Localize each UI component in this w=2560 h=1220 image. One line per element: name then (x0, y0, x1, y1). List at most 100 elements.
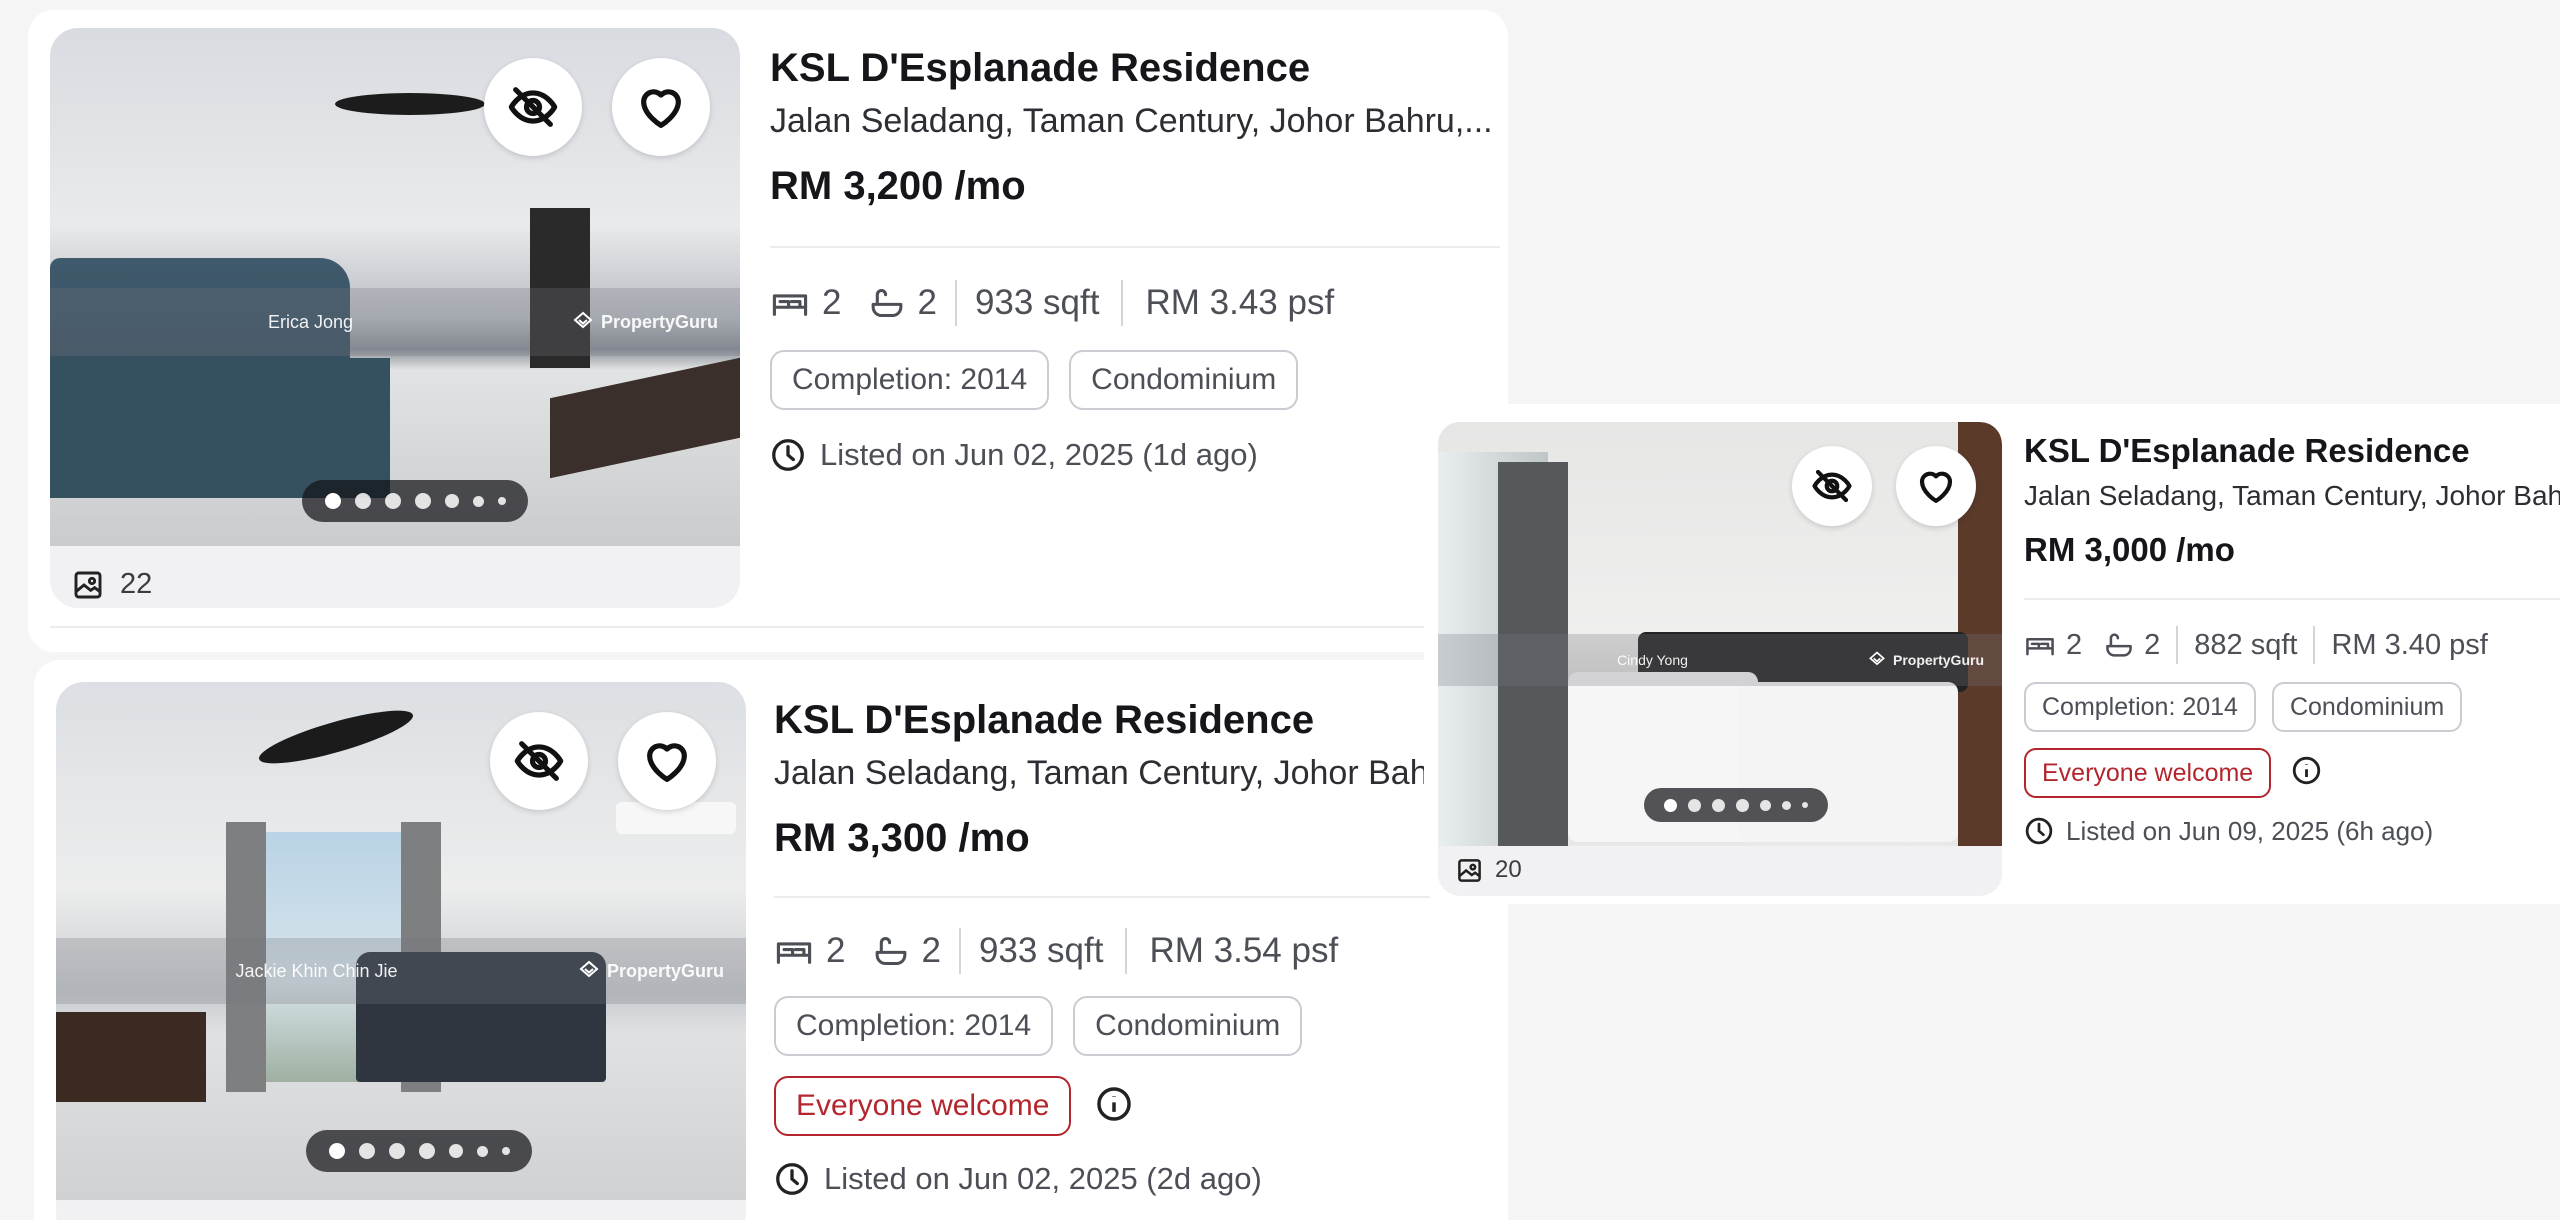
agent-name-watermark: Cindy Yong (1617, 652, 1688, 668)
listing-info: KSL D'Esplanade Residence Jalan Seladang… (770, 40, 1508, 480)
carousel-dot[interactable] (476, 1145, 488, 1157)
carousel-dot[interactable] (1688, 798, 1701, 812)
carousel-dot[interactable] (384, 493, 401, 509)
carousel-dot[interactable] (444, 494, 459, 508)
carousel-dot[interactable] (497, 497, 506, 505)
carousel-dot[interactable] (328, 1143, 345, 1159)
listing-card[interactable]: Cindy Yong PropertyGuru 20 KSL D'Esplana… (1424, 404, 2560, 904)
floor-area: 933 sqft (978, 931, 1104, 970)
tag-list: Completion: 2014 Condominium (2024, 682, 2560, 732)
listing-photo[interactable]: Jackie Khin Chin Jie PropertyGuru (56, 682, 746, 1200)
divider (2313, 626, 2316, 664)
carousel-dot[interactable] (448, 1144, 463, 1158)
beds-count: 2 (822, 283, 842, 322)
bed-icon (770, 286, 810, 320)
property-type-tag: Condominium (1073, 996, 1303, 1056)
gallery-icon (1456, 857, 1483, 884)
hide-icon (1811, 465, 1853, 507)
favorite-button[interactable] (1896, 446, 1976, 526)
hide-listing-button[interactable] (490, 712, 588, 810)
carousel-dot[interactable] (1760, 799, 1771, 811)
listing-title[interactable]: KSL D'Esplanade Residence (774, 692, 1454, 748)
price-per-sqft: RM 3.40 psf (2331, 628, 2488, 661)
photo-watermark: Erica Jong PropertyGuru (50, 288, 740, 356)
divider (954, 280, 957, 326)
heart-icon (641, 735, 693, 787)
listing-address: Jalan Seladang, Taman Century, Johor Bah… (770, 102, 1493, 140)
listing-card[interactable]: Erica Jong PropertyGuru 22 KSL D'Esplana… (28, 10, 1508, 652)
tag-list: Completion: 2014 Condominium (774, 996, 1454, 1056)
beds-count: 2 (2066, 628, 2083, 661)
listing-photo[interactable]: Erica Jong PropertyGuru (50, 28, 740, 546)
carousel-dot[interactable] (1712, 798, 1725, 812)
info-button[interactable] (1095, 1085, 1133, 1128)
property-type-tag: Condominium (1069, 350, 1299, 410)
tag-list: Completion: 2014 Condominium (770, 350, 1508, 410)
listing-address: Jalan Seladang, Taman Century, Johor Bah… (2024, 480, 2560, 511)
listing-price: RM 3,000 /mo (2024, 531, 2235, 568)
listing-card[interactable]: Jackie Khin Chin Jie PropertyGuru KSL D'… (34, 660, 1508, 1220)
completion-tag: Completion: 2014 (774, 996, 1054, 1056)
completion-tag: Completion: 2014 (770, 350, 1050, 410)
everyone-welcome-badge: Everyone welcome (2024, 748, 2272, 798)
carousel-dot[interactable] (414, 493, 431, 509)
info-icon (1095, 1085, 1133, 1123)
baths-count: 2 (2144, 628, 2161, 661)
carousel-dot[interactable] (1802, 802, 1808, 808)
listing-specs: 2 2 933 sqft RM 3.54 psf (774, 926, 1454, 976)
everyone-welcome-badge: Everyone welcome (774, 1076, 1072, 1136)
photo-gallery[interactable]: Jackie Khin Chin Jie PropertyGuru (56, 682, 746, 1220)
carousel-dot[interactable] (472, 495, 484, 507)
divider (770, 246, 1500, 248)
photo-gallery[interactable]: Erica Jong PropertyGuru 22 (50, 28, 740, 608)
divider (2024, 598, 2560, 600)
listing-title[interactable]: KSL D'Esplanade Residence (2024, 428, 2560, 474)
photo-watermark: Jackie Khin Chin Jie PropertyGuru (56, 938, 746, 1004)
carousel-dot[interactable] (358, 1143, 375, 1159)
listing-price: RM 3,300 /mo (774, 816, 1030, 860)
listing-photo[interactable]: Cindy Yong PropertyGuru (1438, 422, 2002, 846)
hide-listing-button[interactable] (484, 58, 582, 156)
photo-carousel-dots[interactable] (1644, 788, 1828, 822)
photo-carousel-dots[interactable] (302, 480, 528, 522)
carousel-dot[interactable] (418, 1143, 435, 1159)
completion-tag: Completion: 2014 (2024, 682, 2256, 732)
carousel-dot[interactable] (354, 493, 371, 509)
info-icon (2291, 755, 2322, 786)
bed-icon (774, 934, 814, 968)
carousel-dot[interactable] (1736, 798, 1749, 812)
carousel-dot[interactable] (1664, 798, 1677, 812)
divider (958, 928, 961, 974)
bath-icon (2104, 631, 2134, 659)
photo-carousel-dots[interactable] (306, 1130, 532, 1172)
photo-count: 20 (1456, 856, 1522, 884)
carousel-dot[interactable] (1782, 800, 1791, 810)
info-button[interactable] (2291, 755, 2322, 791)
floor-area: 882 sqft (2194, 628, 2298, 661)
heart-icon (1915, 465, 1957, 507)
favorite-button[interactable] (612, 58, 710, 156)
listed-date: Listed on Jun 02, 2025 (1d ago) (770, 430, 1508, 480)
listing-title[interactable]: KSL D'Esplanade Residence (770, 40, 1508, 96)
carousel-dot[interactable] (324, 493, 341, 509)
divider (2176, 626, 2179, 664)
carousel-dot[interactable] (501, 1147, 510, 1155)
bath-icon (873, 934, 909, 968)
agent-name-watermark: Erica Jong (267, 311, 353, 332)
listing-info: KSL D'Esplanade Residence Jalan Seladang… (774, 692, 1494, 1204)
hide-icon (507, 81, 559, 133)
photo-gallery[interactable]: Cindy Yong PropertyGuru 20 (1438, 422, 2002, 896)
listed-date: Listed on Jun 09, 2025 (6h ago) (2024, 810, 2560, 852)
divider (1121, 280, 1124, 326)
welcome-row: Everyone welcome (2024, 748, 2560, 798)
price-per-sqft: RM 3.54 psf (1149, 931, 1339, 970)
clock-icon (2024, 816, 2054, 846)
divider (1125, 928, 1128, 974)
heart-icon (635, 81, 687, 133)
carousel-dot[interactable] (388, 1143, 405, 1159)
hide-listing-button[interactable] (1792, 446, 1872, 526)
listed-date: Listed on Jun 02, 2025 (2d ago) (774, 1154, 1454, 1204)
floor-area: 933 sqft (974, 283, 1100, 322)
propertyguru-logo: PropertyGuru (571, 310, 718, 334)
favorite-button[interactable] (618, 712, 716, 810)
